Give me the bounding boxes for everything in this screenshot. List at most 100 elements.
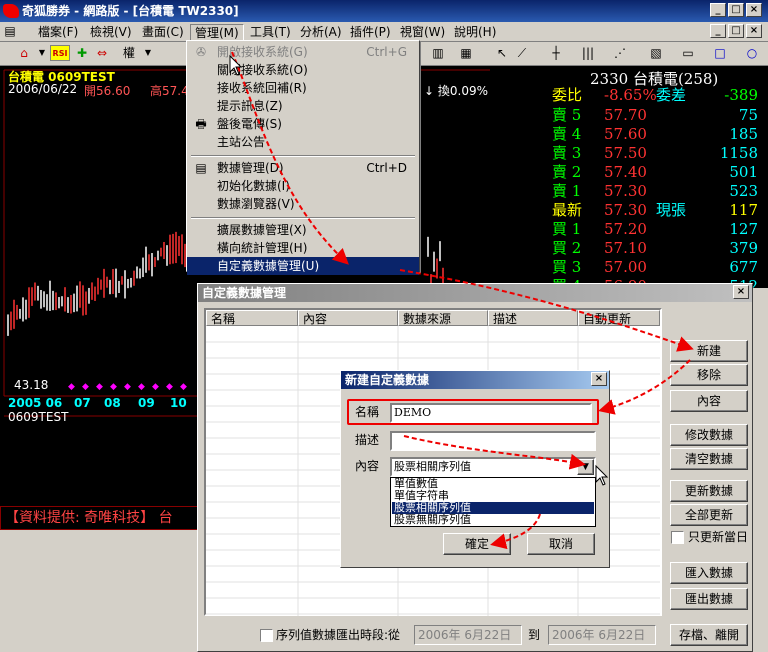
column-name[interactable]: 名稱 (206, 310, 298, 326)
update-data-button[interactable]: 更新數據 (670, 480, 748, 502)
menu-item-data-manage[interactable]: ▤ 數據管理(D) Ctrl+D (187, 159, 419, 177)
content-select[interactable]: 股票相關序列值 (390, 457, 596, 477)
column-auto-update[interactable]: 自動更新 (578, 310, 660, 326)
menu-item-receiver-backfill[interactable]: 接收系統回補(R) (187, 79, 419, 97)
arrows-icon[interactable]: ⇔ (94, 45, 110, 61)
chart-type-icon[interactable]: ▥ (430, 45, 446, 61)
app-logo-icon (3, 4, 19, 18)
modify-data-button[interactable]: 修改數據 (670, 424, 748, 446)
cross-tool-icon[interactable]: ┼ (548, 45, 564, 61)
weight-dropdown-icon[interactable]: ▼ (140, 45, 156, 61)
chart-menu-icon[interactable]: ▤ (2, 23, 18, 39)
quote-label: 買 2 (552, 239, 582, 257)
pointer-icon[interactable]: ↖ (494, 45, 510, 61)
menu-item-label: 盤後電傳(S) (217, 117, 282, 131)
ok-button[interactable]: 確定 (443, 533, 511, 555)
name-input[interactable]: DEMO (390, 403, 592, 423)
dialog-close-button[interactable]: × (733, 285, 749, 299)
child-minimize-button[interactable]: _ (710, 24, 726, 38)
quote-price: 57.50 (604, 144, 647, 162)
menu-item-horizontal-stats[interactable]: 橫向統計管理(H) (187, 239, 419, 257)
signal-diamond: ◆ (96, 382, 103, 392)
menu-item-announcement[interactable]: 主站公告 (187, 133, 419, 151)
description-input[interactable] (390, 431, 596, 451)
date-from-picker[interactable]: 2006年 6月22日 (414, 625, 522, 645)
menu-analysis[interactable]: 分析(A) (296, 24, 346, 41)
content-options-list[interactable]: 單值數值 單值字符串 股票相關序列值 股票無關序列值 (390, 477, 596, 527)
update-today-checkbox[interactable] (671, 531, 684, 544)
channel-tool-icon[interactable]: ▧ (648, 45, 664, 61)
menu-item-after-hours[interactable]: 🖶 盤後電傳(S) (187, 115, 419, 133)
menu-item-init-data[interactable]: 初始化數據(I) (187, 177, 419, 195)
export-data-button[interactable]: 匯出數據 (670, 588, 748, 610)
option-non-stock-series[interactable]: 股票無關序列值 (392, 514, 594, 526)
line-tool-icon[interactable]: ⟋ (514, 45, 530, 61)
menu-item-custom-data[interactable]: 自定義數據管理(U) (187, 257, 419, 275)
content-dropdown-arrow-icon[interactable]: ▼ (577, 459, 594, 475)
menu-item-close-receiver[interactable]: 關閉接收系統(O) (187, 61, 419, 79)
new-button[interactable]: 新建 (670, 340, 748, 362)
menu-window[interactable]: 視窗(W) (396, 24, 449, 41)
menu-screen[interactable]: 畫面(C) (138, 24, 188, 41)
menu-item-shortcut: Ctrl+G (366, 45, 407, 59)
clear-data-button[interactable]: 清空數據 (670, 448, 748, 470)
cancel-button[interactable]: 取消 (527, 533, 595, 555)
maximize-button[interactable]: □ (728, 3, 744, 17)
menu-plugins[interactable]: 插件(P) (346, 24, 395, 41)
menu-manage[interactable]: 管理(M) (190, 24, 244, 41)
signal-diamond: ◆ (110, 382, 117, 392)
remove-button[interactable]: 移除 (670, 364, 748, 386)
content-button[interactable]: 內容 (670, 390, 748, 412)
home-icon[interactable]: ⌂ (16, 45, 32, 61)
quote-row: 賣 2 57.40 501 (494, 163, 768, 182)
column-content[interactable]: 內容 (298, 310, 398, 326)
minimize-button[interactable]: _ (710, 3, 726, 17)
dropdown-arrow-icon[interactable]: ▼ (34, 45, 50, 61)
fan-tool-icon[interactable]: ⋰ (612, 45, 628, 61)
quote-label: 買 3 (552, 258, 582, 276)
menu-item-label: 數據瀏覽器(V) (217, 197, 295, 211)
crosshair-icon[interactable]: ✚ (74, 45, 90, 61)
quote-label: 最新 (552, 201, 583, 219)
export-range-checkbox[interactable] (260, 629, 273, 642)
quote-volume: 1158 (719, 144, 758, 162)
quote-label: 委比 (552, 86, 583, 104)
export-range-label: 序列值數據匯出時段:從 (276, 628, 401, 642)
x-label-0: 2005 06 (8, 396, 63, 410)
close-button[interactable]: × (746, 3, 762, 17)
chart-header-open: 開56.60 (84, 84, 131, 98)
weight-button[interactable]: 權 (120, 45, 138, 61)
content-label: 內容 (355, 459, 380, 473)
quote-price: 57.00 (604, 258, 647, 276)
rectangle-tool-icon[interactable]: □ (712, 45, 728, 61)
menu-view[interactable]: 檢視(V) (86, 24, 136, 41)
menu-tools[interactable]: 工具(T) (246, 24, 295, 41)
quote-volume: 677 (729, 258, 758, 276)
grid-tool-icon[interactable]: ▭ (680, 45, 696, 61)
menu-item-data-browser[interactable]: 數據瀏覽器(V) (187, 195, 419, 213)
menu-item-prompt[interactable]: 提示訊息(Z) (187, 97, 419, 115)
signal-diamond: ◆ (82, 382, 89, 392)
child-restore-button[interactable]: □ (728, 24, 744, 38)
update-all-button[interactable]: 全部更新 (670, 504, 748, 526)
new-dialog-close-button[interactable]: × (591, 372, 607, 386)
menu-item-label: 初始化數據(I) (217, 179, 290, 193)
column-description[interactable]: 描述 (488, 310, 578, 326)
menu-item-extended-data[interactable]: 擴展數據管理(X) (187, 221, 419, 239)
menu-file[interactable]: 檔案(F) (34, 24, 82, 41)
ellipse-tool-icon[interactable]: ○ (744, 45, 760, 61)
save-close-button[interactable]: 存檔、離開 (670, 624, 748, 646)
rsi-button[interactable]: RSI (50, 45, 70, 61)
date-to-picker[interactable]: 2006年 6月22日 (548, 625, 656, 645)
quote-volume: 523 (729, 182, 758, 200)
quote-volume: 127 (729, 220, 758, 238)
vertical-lines-icon[interactable]: ||| (580, 45, 596, 61)
chart-footer-label: 0609TEST (8, 410, 69, 424)
menu-help[interactable]: 說明(H) (450, 24, 500, 41)
child-close-button[interactable]: × (746, 24, 762, 38)
quote-label: 買 1 (552, 220, 582, 238)
import-data-button[interactable]: 匯入數據 (670, 562, 748, 584)
layout-icon[interactable]: ▦ (458, 45, 474, 61)
column-source[interactable]: 數據來源 (398, 310, 488, 326)
update-today-label: 只更新當日 (688, 530, 749, 544)
